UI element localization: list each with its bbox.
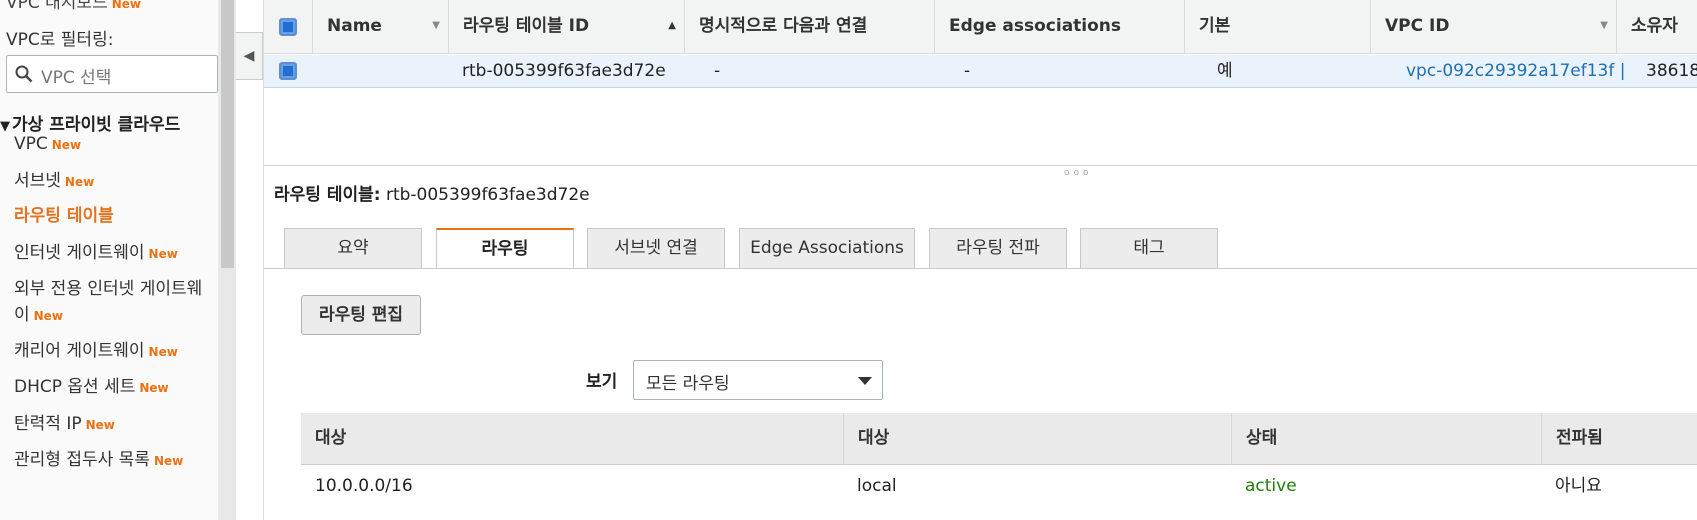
new-badge: New <box>64 175 95 189</box>
sidebar-item-prefix-lists[interactable]: 관리형 접두사 목록 New <box>14 447 214 474</box>
vpc-filter-label: VPC로 필터링: <box>6 30 114 50</box>
route-table-grid-header: Name ▼ 라우팅 테이블 ID ▲ 명시적으로 다음과 연결 Edge asso… <box>264 0 1697 54</box>
sidebar-item-label: 서브넷 <box>14 171 61 191</box>
column-vpc-id[interactable]: VPC ID ▼ <box>1370 0 1616 54</box>
sidebar-item-label: DHCP 옵션 세트 <box>14 377 136 397</box>
sidebar-item-egress-only-gateways[interactable]: 외부 전용 인터넷 게이트웨이 New <box>14 276 214 329</box>
sidebar-item-label: 인터넷 게이트웨이 <box>14 243 145 263</box>
view-filter-value: 모든 라우팅 <box>646 374 730 394</box>
tab-edge-associations[interactable]: Edge Associations <box>739 228 915 268</box>
column-destination[interactable]: 대상 <box>301 413 843 465</box>
column-label: 기본 <box>1199 16 1231 36</box>
select-all-cell <box>264 0 312 54</box>
row-route-table-id: rtb-005399f63fae3d72e <box>462 61 666 81</box>
row-explicit-association: - <box>714 61 721 81</box>
sidebar-item-label: 캐리어 게이트웨이 <box>14 341 145 361</box>
search-icon <box>15 65 33 83</box>
column-label: VPC ID <box>1385 16 1450 36</box>
sidebar-item-label: 라우팅 테이블 <box>14 206 114 226</box>
table-row: 10.0.0.0/16 local active 아니요 <box>301 466 1697 506</box>
column-label: Edge associations <box>949 16 1122 36</box>
column-route-table-id[interactable]: 라우팅 테이블 ID ▲ <box>448 0 684 54</box>
new-badge: New <box>148 247 178 261</box>
detail-title-value: rtb-005399f63fae3d72e <box>385 185 590 205</box>
tab-subnet-associations[interactable]: 서브넷 연결 <box>587 228 725 268</box>
routes-table-header: 대상 대상 상태 전파됨 <box>301 413 1697 465</box>
route-status: active <box>1245 476 1297 496</box>
sort-down-icon: ▼ <box>1600 20 1608 31</box>
row-name <box>326 55 446 88</box>
view-filter-select[interactable]: 모든 라우팅 <box>633 360 883 400</box>
collapse-sidebar-button[interactable]: ◀ <box>236 32 263 80</box>
select-all-checkbox[interactable] <box>279 18 297 36</box>
column-status[interactable]: 상태 <box>1231 413 1541 465</box>
row-main: 예 <box>1217 61 1233 81</box>
row-owner: 386187 <box>1646 61 1697 81</box>
route-target: local <box>857 476 897 496</box>
new-badge: New <box>85 418 115 432</box>
detail-title-label: 라우팅 테이블: <box>274 185 381 205</box>
sidebar-item-elastic-ips[interactable]: 탄력적 IP New <box>14 411 214 438</box>
new-badge: New <box>33 309 63 323</box>
sort-up-icon: ▲ <box>668 20 676 31</box>
column-edge-associations[interactable]: Edge associations <box>934 0 1184 54</box>
route-propagated: 아니요 <box>1555 476 1602 496</box>
route-destination: 10.0.0.0/16 <box>315 476 413 496</box>
vpc-filter-input[interactable]: VPC 선택 <box>6 55 218 93</box>
sidebar-item-internet-gateways[interactable]: 인터넷 게이트웨이 New <box>14 240 214 267</box>
new-badge: New <box>51 138 82 152</box>
sort-down-icon: ▼ <box>432 20 440 31</box>
tabs-baseline <box>264 268 1697 269</box>
column-target[interactable]: 대상 <box>843 413 1231 465</box>
sidebar-item-dhcp-options[interactable]: DHCP 옵션 세트 New <box>14 374 214 401</box>
sidebar-item-label: VPC <box>14 134 48 154</box>
detail-title: 라우팅 테이블: rtb-005399f63fae3d72e <box>274 180 590 205</box>
sidebar-scrollbar-thumb[interactable] <box>221 0 234 268</box>
panel-divider <box>264 165 1697 166</box>
sidebar-item-label: VPC 대시보드 <box>6 0 108 13</box>
sidebar: VPC 대시보드 New VPC로 필터링: VPC 선택 ▼ 가상 프라이빗 클라… <box>0 0 218 520</box>
new-badge: New <box>153 454 184 468</box>
sidebar-item-label: 탄력적 IP <box>14 414 82 434</box>
sidebar-item-label: 관리형 접두사 목록 <box>14 450 150 470</box>
main-panel: Name ▼ 라우팅 테이블 ID ▲ 명시적으로 다음과 연결 Edge asso… <box>263 0 1697 520</box>
column-label: 소유자 <box>1631 16 1678 36</box>
column-label: 명시적으로 다음과 연결 <box>699 16 868 36</box>
table-row[interactable]: rtb-005399f63fae3d72e - - 예 vpc-092c2939… <box>264 55 1697 88</box>
new-badge: New <box>139 381 169 395</box>
column-name[interactable]: Name ▼ <box>312 0 448 54</box>
column-label: Name <box>327 16 382 36</box>
row-checkbox[interactable] <box>279 62 297 80</box>
tab-route-propagation[interactable]: 라우팅 전파 <box>929 228 1067 268</box>
new-badge: New <box>148 345 178 359</box>
column-explicit-association[interactable]: 명시적으로 다음과 연결 <box>684 0 934 54</box>
edit-routes-button[interactable]: 라우팅 편집 <box>301 295 421 335</box>
column-label: 라우팅 테이블 ID <box>463 16 590 36</box>
sidebar-item-vpc[interactable]: VPC New <box>14 131 214 158</box>
chevron-down-icon <box>858 377 872 385</box>
chevron-left-icon: ◀ <box>243 48 255 64</box>
tab-tags[interactable]: 태그 <box>1080 228 1218 268</box>
sidebar-item-vpc-dashboard[interactable]: VPC 대시보드 New <box>6 0 141 13</box>
row-vpc-id-link[interactable]: vpc-092c29392a17ef13f | … <box>1406 55 1632 88</box>
sidebar-item-subnets[interactable]: 서브넷 New <box>14 168 214 195</box>
tab-summary[interactable]: 요약 <box>284 228 422 268</box>
column-owner[interactable]: 소유자 <box>1616 0 1697 54</box>
vpc-filter-placeholder: VPC 선택 <box>41 68 112 88</box>
column-main[interactable]: 기본 <box>1184 0 1370 54</box>
column-propagated[interactable]: 전파됨 <box>1541 413 1697 465</box>
resize-handle-icon[interactable]: ooo <box>1064 168 1093 178</box>
tab-routes[interactable]: 라우팅 <box>436 228 574 269</box>
sidebar-item-carrier-gateways[interactable]: 캐리어 게이트웨이 New <box>14 338 214 365</box>
view-label: 보기 <box>586 372 618 392</box>
sidebar-item-route-tables[interactable]: 라우팅 테이블 <box>14 203 214 229</box>
row-edge-associations: - <box>964 61 971 81</box>
new-badge: New <box>111 0 141 11</box>
collapse-triangle-icon: ▼ <box>0 119 10 134</box>
